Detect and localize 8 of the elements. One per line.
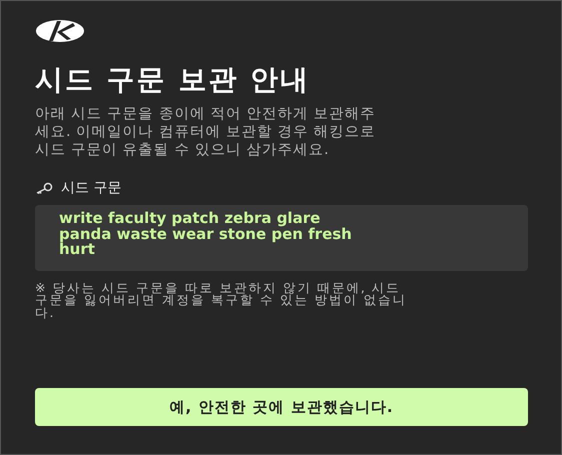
- seed-phrase-box: write faculty patch zebra glare panda waste wear stone pen fresh hurt: [35, 205, 528, 270]
- description-text: 아래 시드 구문을 종이에 적어 안전하게 보관해주 세요. 이메일이나 컴퓨터에 보관할 경우 해킹으로 시드 구문이 유출될 수 있으니 삼가주세요.: [35, 105, 377, 159]
- confirm-button[interactable]: 예, 안전한 곳에 보관했습니다.: [35, 388, 528, 426]
- key-icon: [35, 182, 53, 194]
- notice-text: ※ 당사는 시드 구문을 따로 보관하지 않기 때문에, 시드 구문을 잃어버리면 계정을 복구할 수 있는 방법이 없습니 다.: [35, 282, 408, 319]
- seed-label: 시드 구문: [61, 179, 122, 197]
- logo-icon: [35, 19, 85, 43]
- page-title: 시드 구문 보관 안내: [35, 63, 312, 97]
